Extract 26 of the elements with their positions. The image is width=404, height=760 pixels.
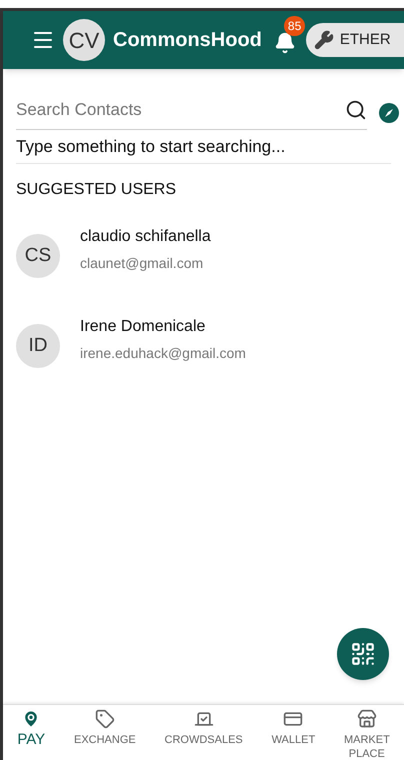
store-icon: [356, 709, 377, 729]
user-name[interactable]: Irene Domenicale: [80, 314, 246, 338]
nav-tab[interactable]: EXCHANGE: [60, 709, 150, 747]
wrench-icon: [314, 30, 334, 50]
notification-count: 85: [284, 16, 306, 36]
user-email: claunet@gmail.com: [80, 254, 204, 273]
search-hint: Type something to start searching...: [16, 130, 391, 164]
app-title: CommonsHood: [113, 28, 262, 53]
notification-icon[interactable]: [274, 32, 296, 54]
nav-tab[interactable]: PAY: [3, 709, 60, 747]
tag-icon: [94, 709, 115, 729]
user-avatar: CS: [16, 234, 60, 278]
nav-tab[interactable]: WALLET: [257, 709, 330, 747]
nav-tab[interactable]: CROWDSALES: [150, 709, 258, 747]
nav-tab[interactable]: MARKET PLACE: [330, 709, 404, 760]
search-field[interactable]: Search Contacts: [16, 97, 345, 122]
user-email: irene.eduhack@gmail.com: [80, 344, 246, 363]
qr-code-icon: [350, 641, 376, 667]
network-chip[interactable]: ETHER: [306, 23, 404, 57]
user-avatar: ID: [16, 324, 60, 368]
section-heading: SUGGESTED USERS: [16, 180, 178, 200]
search-icon[interactable]: [345, 98, 367, 121]
user-name[interactable]: claudio schifanella: [80, 224, 211, 248]
qr-code-button[interactable]: [337, 628, 389, 680]
user-avatar[interactable]: CV: [63, 19, 105, 61]
compass-icon[interactable]: [379, 103, 399, 124]
